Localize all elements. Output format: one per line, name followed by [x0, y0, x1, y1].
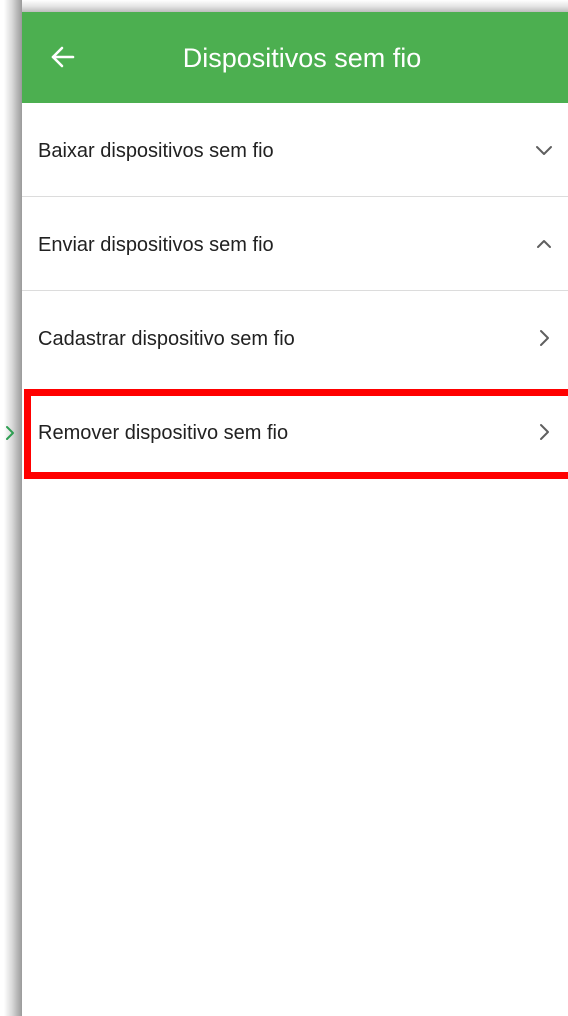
left-shadow [0, 0, 22, 1016]
menu-item-enviar-dispositivos[interactable]: Enviar dispositivos sem fio [22, 197, 568, 291]
menu-list: Baixar dispositivos sem fio Enviar dispo… [22, 103, 568, 479]
menu-item-label: Remover dispositivo sem fio [38, 422, 289, 444]
menu-item-label: Baixar dispositivos sem fio [38, 140, 274, 162]
menu-item-baixar-dispositivos[interactable]: Baixar dispositivos sem fio [22, 103, 568, 197]
page-title: Dispositivos sem fio [182, 43, 422, 73]
chevron-right-icon [532, 326, 556, 350]
menu-item-label: Cadastrar dispositivo sem fio [38, 328, 295, 350]
app-bar: Dispositivos sem fio [22, 12, 568, 103]
chevron-down-icon [532, 138, 556, 162]
top-shadow [0, 0, 568, 12]
chevron-right-icon [532, 420, 556, 444]
menu-item-label: Enviar dispositivos sem fio [38, 234, 274, 256]
pointer-arrow-icon [2, 423, 18, 443]
menu-item-cadastrar-dispositivo[interactable]: Cadastrar dispositivo sem fio [22, 291, 568, 385]
phone-screen: Dispositivos sem fio Baixar dispositivos… [22, 12, 568, 1016]
screenshot-page: Dispositivos sem fio Baixar dispositivos… [0, 0, 568, 1016]
menu-item-remover-dispositivo[interactable]: Remover dispositivo sem fio [22, 385, 568, 479]
chevron-up-icon [532, 232, 556, 256]
